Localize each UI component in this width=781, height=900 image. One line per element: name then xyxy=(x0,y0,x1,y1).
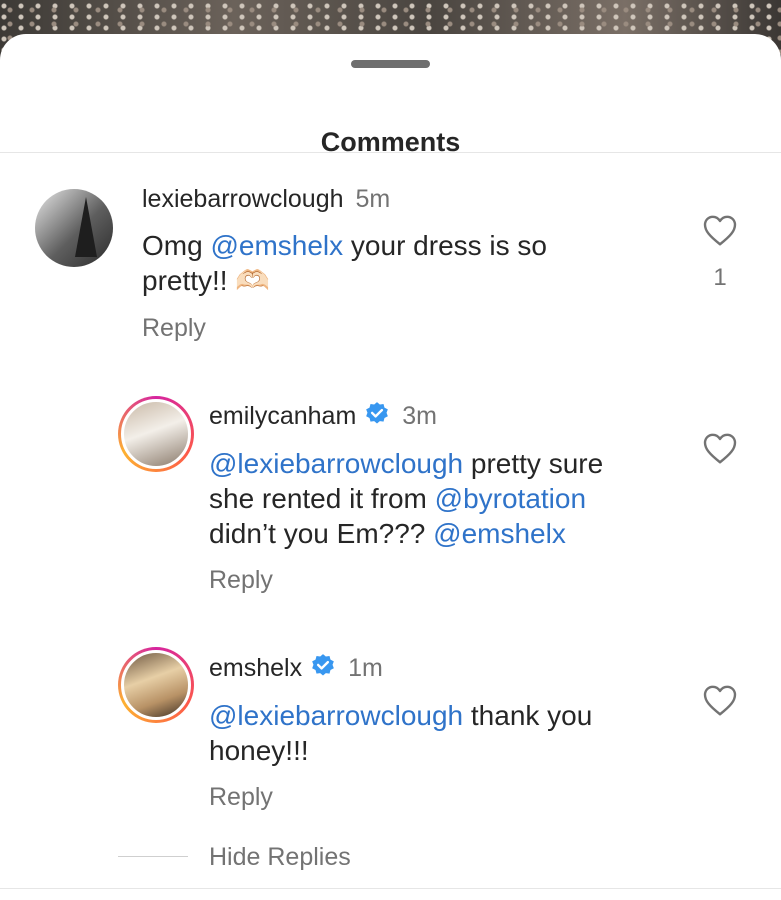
reply-button[interactable]: Reply xyxy=(209,783,273,812)
comment-text-segment: your dress is so xyxy=(343,230,548,261)
comment-text-segment: pretty sure xyxy=(463,448,604,479)
username[interactable]: emshelx xyxy=(209,654,302,682)
mention-link[interactable]: @emshelx xyxy=(433,518,566,549)
like-button[interactable] xyxy=(700,213,740,252)
comment-text-segment: didn’t you Em??? xyxy=(209,518,434,549)
like-button[interactable] xyxy=(700,683,740,722)
verified-badge-icon xyxy=(366,402,389,424)
username[interactable]: emilycanham xyxy=(209,402,356,430)
mention-link[interactable]: @lexiebarrowclough xyxy=(209,448,463,479)
username[interactable]: lexiebarrowclough xyxy=(142,185,344,213)
verified-badge-icon xyxy=(312,654,334,676)
heart-outline-icon xyxy=(703,433,737,464)
like-count: 1 xyxy=(713,264,727,291)
timestamp: 3m xyxy=(402,402,438,430)
avatar[interactable] xyxy=(118,647,194,723)
mention-link[interactable]: @emshelx xyxy=(210,230,343,261)
comment-text-segment: thank you xyxy=(463,700,593,731)
avatar[interactable] xyxy=(118,396,194,472)
like-button[interactable] xyxy=(700,431,740,470)
heart-outline-icon xyxy=(703,685,737,716)
comment-meta: emshelx 1m xyxy=(209,653,383,683)
comment-text: @lexiebarrowclough thank you honey!!! xyxy=(209,698,679,768)
reply-button[interactable]: Reply xyxy=(209,566,273,595)
comment-text: @lexiebarrowclough pretty sure she rente… xyxy=(209,446,679,551)
mention-link[interactable]: @byrotation xyxy=(435,483,586,514)
hide-replies-line xyxy=(118,856,188,857)
hide-replies-button[interactable]: Hide Replies xyxy=(209,843,351,872)
comment-meta: emilycanham 3m xyxy=(209,401,437,431)
comment-text-segment: Omg xyxy=(142,230,211,261)
drag-handle[interactable] xyxy=(351,60,430,68)
comment-text-segment: pretty!! 🫶🏻 xyxy=(142,265,271,296)
comment-meta: lexiebarrowclough 5m xyxy=(142,185,390,214)
mention-link[interactable]: @lexiebarrowclough xyxy=(209,700,463,731)
comment-text-segment: she rented it from xyxy=(209,483,435,514)
heart-outline-icon xyxy=(703,215,737,246)
sheet-title: Comments xyxy=(320,127,461,157)
bottom-divider xyxy=(0,888,781,889)
timestamp: 1m xyxy=(348,654,383,682)
comment-text-segment: honey!!! xyxy=(209,735,309,766)
comment-text: Omg @emshelx your dress is so pretty!! 🫶… xyxy=(142,228,662,298)
reply-button[interactable]: Reply xyxy=(142,314,206,343)
header-divider xyxy=(0,152,781,153)
timestamp: 5m xyxy=(355,185,391,213)
avatar[interactable] xyxy=(35,189,113,267)
